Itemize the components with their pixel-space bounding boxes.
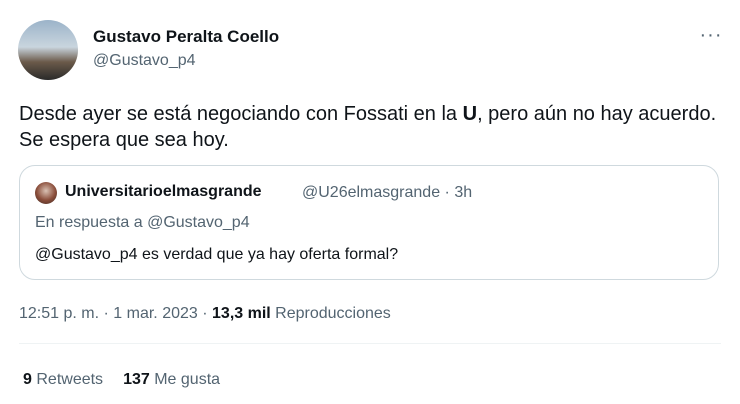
tweet-text-bold: U bbox=[462, 103, 478, 125]
reply-to-handle[interactable]: @Gustavo_p4 bbox=[147, 214, 250, 231]
retweets-label: Retweets bbox=[36, 371, 104, 388]
views-label: Reproducciones bbox=[275, 305, 391, 322]
likes-label: Me gusta bbox=[154, 371, 221, 388]
divider bbox=[19, 343, 721, 344]
tweet-meta: 12:51 p. m. · 1 mar. 2023 · 13,3 mil Rep… bbox=[19, 305, 391, 323]
quoted-tweet-text: @Gustavo_p4 es verdad que ya hay oferta … bbox=[35, 246, 399, 263]
meta-separator: · bbox=[444, 184, 450, 201]
reply-context: En respuesta a @Gustavo_p4 bbox=[35, 214, 250, 232]
meta-separator: · bbox=[103, 305, 109, 322]
quoted-author-name[interactable]: Universitarioelmasgrande bbox=[65, 183, 262, 201]
retweets-count: 9 bbox=[23, 371, 32, 388]
likes-count: 137 bbox=[123, 371, 150, 388]
tweet-stats: 9 Retweets 137 Me gusta bbox=[23, 371, 220, 389]
tweet-text-part: Desde ayer se está negociando con Fossat… bbox=[19, 103, 463, 125]
likes-stat[interactable]: 137 Me gusta bbox=[123, 371, 220, 388]
quoted-tweet-card[interactable]: Universitarioelmasgrande @U26elmasgrande… bbox=[19, 165, 719, 280]
quoted-author-avatar[interactable] bbox=[35, 182, 57, 204]
quoted-time[interactable]: 3h bbox=[454, 184, 472, 201]
author-name[interactable]: Gustavo Peralta Coello bbox=[93, 27, 279, 47]
quoted-author-handle[interactable]: @U26elmasgrande bbox=[302, 184, 440, 201]
meta-separator: · bbox=[202, 305, 208, 322]
reply-prefix: En respuesta a bbox=[35, 214, 148, 231]
author-handle[interactable]: @Gustavo_p4 bbox=[93, 52, 196, 70]
more-options-icon[interactable]: ··· bbox=[696, 24, 726, 50]
tweet-date[interactable]: 1 mar. 2023 bbox=[113, 305, 198, 322]
tweet-text: Desde ayer se está negociando con Fossat… bbox=[19, 101, 719, 153]
views-count: 13,3 mil bbox=[212, 305, 271, 322]
quoted-author-meta: @U26elmasgrande · 3h bbox=[302, 184, 472, 202]
author-avatar[interactable] bbox=[18, 20, 78, 80]
retweets-stat[interactable]: 9 Retweets bbox=[23, 371, 103, 388]
tweet-time[interactable]: 12:51 p. m. bbox=[19, 305, 99, 322]
